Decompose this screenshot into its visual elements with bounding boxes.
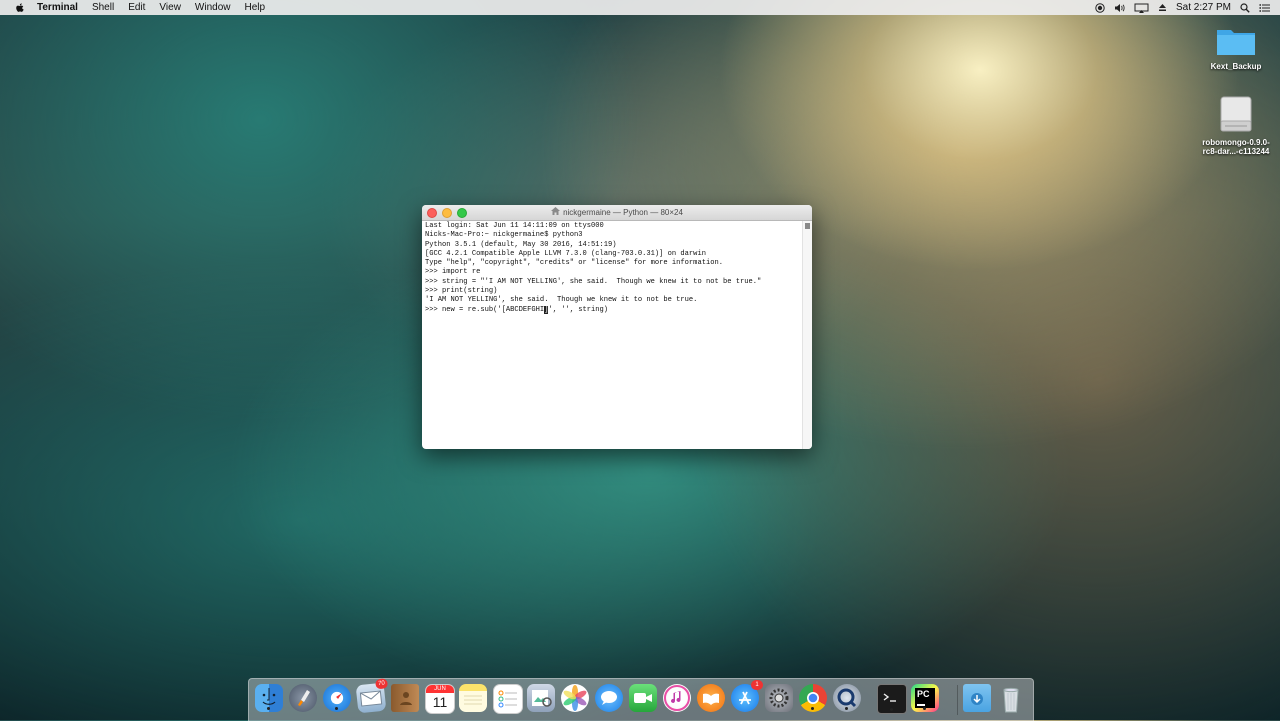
dock-downloads[interactable] bbox=[963, 684, 991, 712]
terminal-line: >>> import re bbox=[425, 268, 481, 277]
dock-ibooks[interactable] bbox=[697, 684, 725, 712]
terminal-line: Python 3.5.1 (default, May 30 2016, 14:5… bbox=[425, 240, 617, 249]
dock-chrome[interactable] bbox=[799, 684, 827, 712]
dock-launchpad[interactable] bbox=[289, 684, 317, 712]
notes-icon bbox=[464, 695, 482, 705]
dock-preview[interactable] bbox=[527, 684, 555, 712]
menu-edit[interactable]: Edit bbox=[128, 2, 145, 13]
contacts-icon bbox=[400, 692, 412, 705]
terminal-line: 'I AM NOT YELLING', she said. Though we … bbox=[425, 296, 698, 305]
dock-system-preferences[interactable] bbox=[765, 684, 793, 712]
input-text-before-cursor: >>> new = re.sub('[ABCDEFGHI bbox=[425, 305, 545, 314]
dock-app-store[interactable]: 1 bbox=[731, 680, 763, 712]
desktop-icon-label-line1: robomongo-0.9.0- bbox=[1202, 138, 1270, 147]
dock-trash[interactable] bbox=[997, 684, 1025, 713]
desktop-folder-kext-backup[interactable]: Kext_Backup bbox=[1196, 24, 1276, 71]
messages-icon bbox=[601, 691, 617, 705]
dock-quicktime[interactable] bbox=[833, 684, 861, 712]
window-titlebar[interactable]: nickgermaine — Python — 80×24 bbox=[422, 205, 812, 221]
status-area: Sat 2:27 PM bbox=[1095, 0, 1270, 15]
spotlight-icon[interactable] bbox=[1240, 2, 1250, 13]
menu-help[interactable]: Help bbox=[245, 2, 266, 13]
terminal-output[interactable]: Last login: Sat Jun 11 14:11:09 on ttys0… bbox=[425, 221, 802, 449]
trash-icon bbox=[1003, 687, 1019, 713]
itunes-icon bbox=[664, 685, 690, 711]
dock-notes[interactable] bbox=[459, 684, 487, 712]
terminal-input-line[interactable]: >>> new = re.sub('[ABCDEFGHI]', '', stri… bbox=[425, 305, 802, 315]
eject-icon[interactable] bbox=[1158, 3, 1167, 12]
dock-terminal[interactable] bbox=[877, 684, 907, 714]
photos-icon bbox=[563, 685, 587, 711]
dock-photos[interactable] bbox=[561, 684, 589, 712]
apple-menu-icon[interactable] bbox=[13, 2, 27, 14]
desktop-icon-label: Kext_Backup bbox=[1210, 62, 1262, 71]
volume-icon[interactable] bbox=[1114, 3, 1125, 13]
menu-bar: Terminal Shell Edit View Window Help Sat… bbox=[0, 0, 1280, 15]
running-indicator bbox=[890, 708, 893, 711]
menu-app-name[interactable]: Terminal bbox=[37, 2, 78, 13]
home-folder-icon bbox=[551, 205, 561, 220]
sysprefs-icon bbox=[769, 688, 789, 708]
dock-messages[interactable] bbox=[595, 684, 623, 712]
calendar-day: 11 bbox=[432, 694, 448, 710]
traffic-lights bbox=[427, 208, 467, 218]
running-indicator bbox=[923, 707, 926, 710]
folder-icon bbox=[1217, 30, 1255, 55]
dock-separator bbox=[957, 685, 958, 715]
dock: 70 JUN 11 1 PC bbox=[248, 678, 1034, 721]
ibooks-icon bbox=[703, 693, 719, 705]
terminal-line: >>> print(string) bbox=[425, 287, 498, 296]
launchpad-icon bbox=[298, 690, 310, 706]
terminal-line: Type "help", "copyright", "credits" or "… bbox=[425, 259, 723, 268]
dock-reminders[interactable] bbox=[493, 684, 523, 714]
scroll-thumb[interactable] bbox=[805, 223, 810, 229]
scrollbar[interactable] bbox=[802, 221, 812, 449]
dock-finder[interactable] bbox=[255, 684, 283, 712]
reminders-icon bbox=[498, 690, 517, 708]
dock-contacts[interactable] bbox=[391, 684, 419, 712]
zoom-button[interactable] bbox=[457, 208, 467, 218]
preview-icon bbox=[532, 690, 552, 707]
dock-facetime[interactable] bbox=[629, 684, 657, 712]
facetime-icon bbox=[634, 693, 652, 703]
airplay-display-icon[interactable] bbox=[1134, 3, 1149, 13]
terminal-line: Nicks-Mac-Pro:~ nickgermaine$ python3 bbox=[425, 231, 583, 240]
clock[interactable]: Sat 2:27 PM bbox=[1176, 2, 1231, 13]
window-title: nickgermaine — Python — 80×24 bbox=[563, 208, 683, 217]
pycharm-icon: PC bbox=[915, 688, 935, 708]
desktop-icon-label-line2: rc8-dar...-c113244 bbox=[1202, 147, 1270, 156]
running-indicator bbox=[267, 707, 270, 710]
notification-center-icon[interactable] bbox=[1259, 3, 1270, 13]
menu-view[interactable]: View bbox=[159, 2, 181, 13]
dock-mail[interactable]: 70 bbox=[355, 678, 389, 714]
dock-calendar[interactable]: JUN 11 bbox=[425, 684, 455, 714]
running-indicator bbox=[335, 707, 338, 710]
app-store-badge: 1 bbox=[751, 680, 763, 690]
dock-itunes[interactable] bbox=[663, 684, 691, 712]
calendar-month: JUN bbox=[426, 685, 454, 693]
terminal-line: [GCC 4.2.1 Compatible Apple LLVM 7.3.0 (… bbox=[425, 249, 706, 258]
menu-window[interactable]: Window bbox=[195, 2, 231, 13]
terminal-line: Last login: Sat Jun 11 14:11:09 on ttys0… bbox=[425, 222, 604, 230]
running-indicator bbox=[845, 707, 848, 710]
downloads-folder-icon bbox=[971, 693, 983, 705]
dock-pycharm[interactable]: PC bbox=[911, 684, 939, 712]
terminal-line: >>> string = "'I AM NOT YELLING', she sa… bbox=[425, 277, 762, 286]
screen-record-icon[interactable] bbox=[1095, 2, 1105, 13]
desktop-disk-robomongo[interactable]: robomongo-0.9.0- rc8-dar...-c113244 bbox=[1196, 94, 1276, 156]
minimize-button[interactable] bbox=[442, 208, 452, 218]
close-button[interactable] bbox=[427, 208, 437, 218]
running-indicator bbox=[811, 707, 814, 710]
disk-image-icon bbox=[1220, 96, 1252, 132]
terminal-window[interactable]: nickgermaine — Python — 80×24 Last login… bbox=[422, 205, 812, 449]
mail-badge: 70 bbox=[375, 678, 389, 690]
menu-shell[interactable]: Shell bbox=[92, 2, 114, 13]
dock-safari[interactable] bbox=[323, 684, 351, 712]
input-text-after-cursor: ', '', string) bbox=[548, 305, 609, 314]
